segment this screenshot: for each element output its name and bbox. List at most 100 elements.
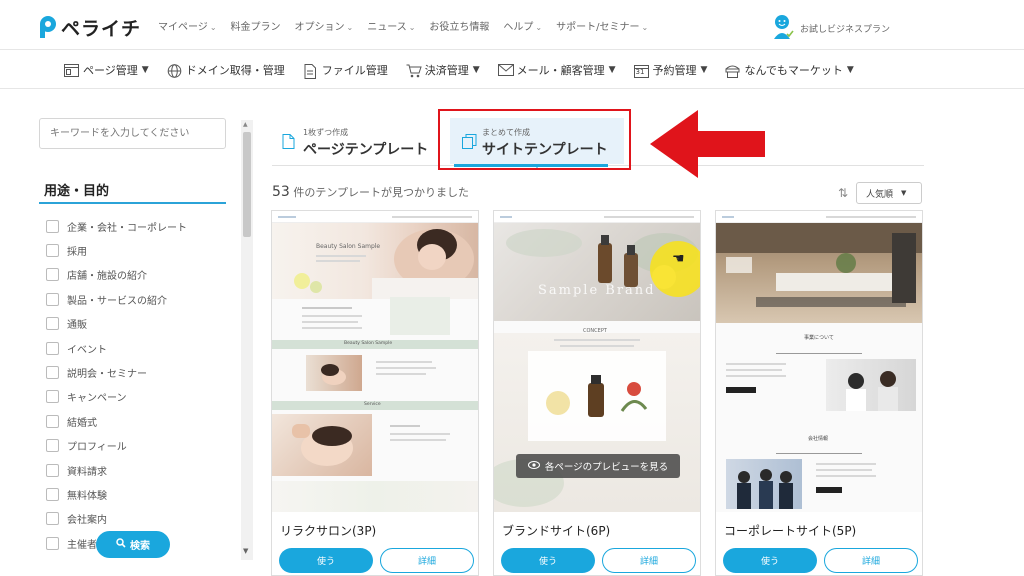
preview-mini-nav	[716, 211, 922, 223]
preview-mini-nav	[494, 211, 700, 223]
topnav-label: マイページ	[158, 22, 208, 33]
category-label: 採用	[67, 247, 87, 259]
calendar-icon: 31	[633, 64, 649, 78]
checkbox[interactable]	[46, 341, 59, 355]
scroll-down-arrow-icon[interactable]: ▼	[243, 547, 248, 555]
checkbox[interactable]	[46, 219, 59, 233]
category-label: イベント	[67, 344, 107, 356]
category-item[interactable]: キャンペーン	[46, 385, 187, 409]
template-detail-button[interactable]: 詳細	[602, 548, 696, 573]
checkbox[interactable]	[46, 244, 59, 258]
hero-photo: Beauty Salon Sample	[272, 223, 478, 299]
category-item[interactable]: 採用	[46, 238, 187, 262]
topnav-options[interactable]: オプション ⌄	[295, 18, 354, 33]
sort-order-icon: ⇅	[838, 186, 849, 200]
topnav-news[interactable]: ニュース ⌄	[367, 18, 415, 33]
logo-text: ペライチ	[61, 18, 142, 40]
keyword-search-input[interactable]	[39, 118, 226, 149]
chevron-down-icon: ⌄	[641, 23, 649, 32]
template-preview-image[interactable]: 事業について 会社情報	[716, 211, 922, 512]
checkbox[interactable]	[46, 292, 59, 306]
category-item[interactable]: 会社案内	[46, 507, 187, 531]
preview-band-text: Beauty Salon Sample	[344, 341, 393, 346]
logo[interactable]: ペライチ	[38, 14, 141, 41]
subnav-domain[interactable]: ドメイン取得・管理	[167, 62, 285, 78]
chevron-down-icon: ▼	[846, 65, 854, 75]
cursor-highlight	[650, 241, 700, 297]
checkbox[interactable]	[46, 366, 59, 380]
category-item[interactable]: 製品・サービスの紹介	[46, 287, 187, 311]
magnifier-icon	[116, 538, 126, 551]
preview-pages-label: 各ページのプレビューを見る	[544, 462, 669, 473]
template-preview-image[interactable]: Beauty Salon Sample Beauty Salon Sample …	[272, 211, 478, 512]
template-title: リラクサロン(3P)	[280, 524, 377, 538]
checkbox[interactable]	[46, 390, 59, 404]
chevron-down-icon: ▼	[700, 65, 708, 75]
file-icon	[303, 63, 318, 79]
preview-hero-title: Sample Brand	[538, 283, 656, 298]
subnav-payment[interactable]: 決済管理 ▼	[406, 62, 480, 78]
peraichi-logo-icon	[38, 15, 58, 40]
result-count-number: 53	[272, 184, 290, 200]
category-item[interactable]: プロフィール	[46, 434, 187, 458]
checkbox[interactable]	[46, 439, 59, 453]
preview-photo	[390, 297, 450, 335]
category-label: 結婚式	[67, 417, 97, 429]
search-button[interactable]: 検索	[96, 531, 170, 558]
topnav-mypage[interactable]: マイページ ⌄	[158, 18, 217, 33]
checkbox[interactable]	[46, 487, 59, 501]
preview-photo	[726, 459, 802, 509]
market-icon	[725, 64, 740, 78]
subnav-page-manage[interactable]: ページ管理 ▼	[64, 62, 149, 78]
subnav-reservation[interactable]: 31 予約管理 ▼	[633, 62, 708, 78]
checkbox[interactable]	[46, 512, 59, 526]
use-template-button[interactable]: 使う	[501, 548, 595, 573]
category-item[interactable]: イベント	[46, 336, 187, 360]
globe-icon	[167, 63, 182, 78]
subnav-market[interactable]: なんでもマーケット ▼	[725, 62, 854, 78]
template-detail-button[interactable]: 詳細	[824, 548, 918, 573]
scrollbar-thumb[interactable]	[243, 132, 251, 237]
subnav-label: ドメイン取得・管理	[185, 64, 285, 77]
preview-photo	[272, 414, 372, 476]
hero-photo	[716, 223, 922, 323]
topnav-useful-info[interactable]: お役立ち情報	[429, 18, 489, 33]
template-detail-button[interactable]: 詳細	[380, 548, 474, 573]
topnav-label: ニュース	[367, 22, 407, 33]
checkbox[interactable]	[46, 463, 59, 477]
topnav-help[interactable]: ヘルプ ⌄	[503, 18, 542, 33]
subnav-mail[interactable]: メール・顧客管理 ▼	[497, 62, 616, 78]
template-preview-image[interactable]: Sample Brand CONCEPT ☚ 各ページのプレビューを見る	[494, 211, 700, 512]
checkbox[interactable]	[46, 317, 59, 331]
subnav-file[interactable]: ファイル管理	[303, 62, 388, 79]
subnav-label: メール・顧客管理	[516, 64, 605, 77]
category-item[interactable]: 店舗・施設の紹介	[46, 263, 187, 287]
topnav-label: 料金プラン	[230, 22, 281, 33]
sidebar-scrollbar[interactable]: ▲ ▼	[241, 120, 253, 560]
preview-pages-button[interactable]: 各ページのプレビューを見る	[516, 454, 680, 478]
account-menu[interactable]: お試しビジネスプラン	[772, 14, 890, 43]
template-card[interactable]: 事業について 会社情報 コーポレートサイト(5P) 使う 詳細	[715, 210, 923, 576]
scroll-up-arrow-icon[interactable]: ▲	[243, 121, 248, 128]
tab-page-template[interactable]: 1枚ずつ作成 ページテンプレート	[282, 118, 442, 164]
category-item[interactable]: 結婚式	[46, 409, 187, 433]
topnav-support[interactable]: サポート/セミナー ⌄	[556, 18, 648, 33]
top-header: ペライチ マイページ ⌄ 料金プラン オプション ⌄ ニュース ⌄ お役立ち情報 ヘル…	[0, 0, 1024, 50]
use-template-button[interactable]: 使う	[723, 548, 817, 573]
subnav-label: 決済管理	[424, 64, 469, 77]
category-item[interactable]: 通販	[46, 312, 187, 336]
topnav-pricing[interactable]: 料金プラン	[231, 18, 281, 33]
template-card[interactable]: Beauty Salon Sample Beauty Salon Sample …	[271, 210, 479, 576]
preview-band-text: Service	[364, 402, 381, 407]
category-item[interactable]: 資料請求	[46, 458, 187, 482]
use-template-button[interactable]: 使う	[279, 548, 373, 573]
category-item[interactable]: 無料体験	[46, 482, 187, 506]
category-item[interactable]: 企業・会社・コーポレート	[46, 214, 187, 238]
topnav-label: お役立ち情報	[429, 22, 490, 33]
checkbox[interactable]	[46, 414, 59, 428]
category-item[interactable]: 説明会・セミナー	[46, 360, 187, 384]
template-card[interactable]: Sample Brand CONCEPT ☚ 各ページのプレビューを見る ブラン…	[493, 210, 701, 576]
checkbox[interactable]	[46, 536, 59, 550]
sort-select[interactable]: 人気順 ▼	[856, 182, 922, 204]
checkbox[interactable]	[46, 268, 59, 282]
